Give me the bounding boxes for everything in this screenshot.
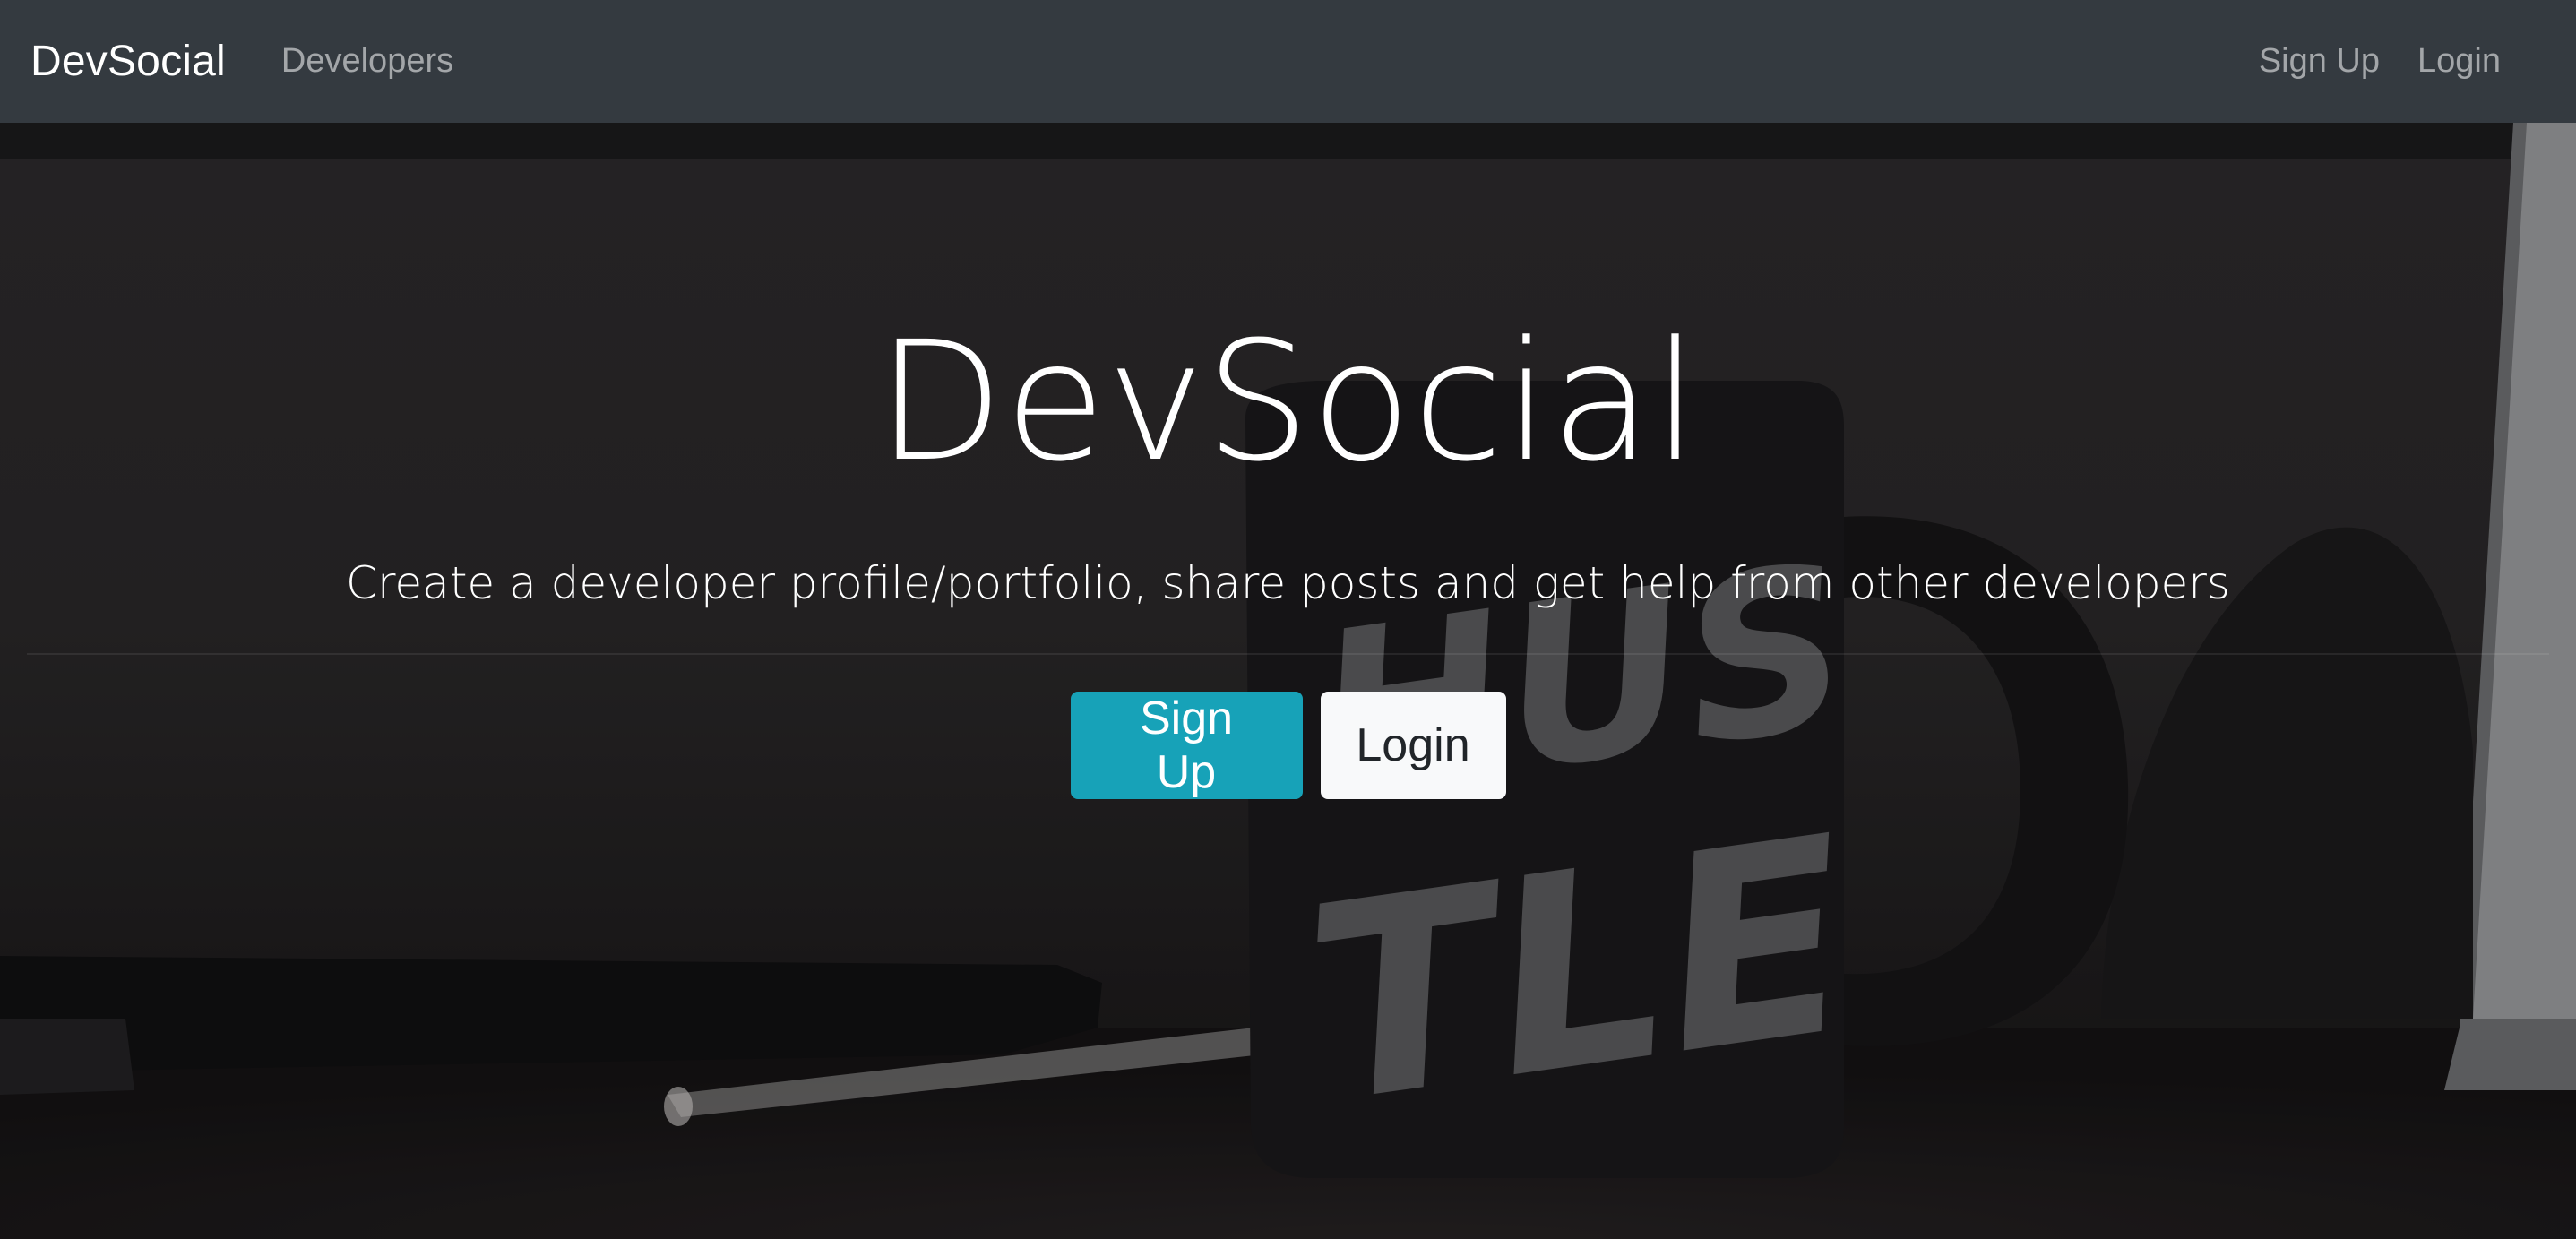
hero-buttons: Sign Up Login (0, 692, 2576, 799)
nav-link-developers[interactable]: Developers (281, 42, 453, 81)
nav-link-sign-up[interactable]: Sign Up (2259, 42, 2380, 81)
dark-overlay (0, 123, 2576, 1239)
nav-link-login[interactable]: Login (2417, 42, 2501, 81)
hero-title: DevSocial (876, 306, 1700, 498)
landing-hero: HUS TLE DevSocial Create a developer pro… (0, 123, 2576, 1239)
navbar: DevSocial Developers Sign Up Login (0, 0, 2576, 123)
login-button[interactable]: Login (1320, 692, 1506, 799)
hero-divider (27, 653, 2549, 655)
brand-link[interactable]: DevSocial (30, 37, 226, 86)
hero-lead: Create a developer profile/portfolio, sh… (346, 557, 2230, 609)
nav-right: Sign Up Login (2259, 42, 2546, 81)
sign-up-button[interactable]: Sign Up (1070, 692, 1303, 799)
